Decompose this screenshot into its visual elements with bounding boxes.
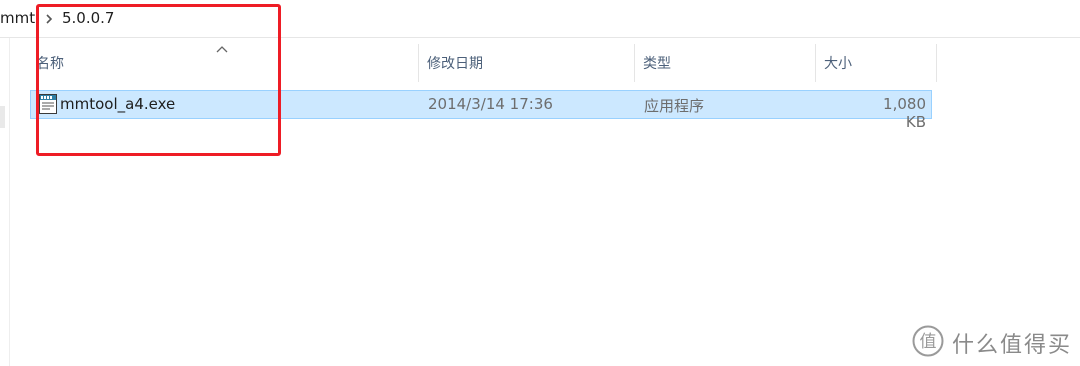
file-date-modified: 2014/3/14 17:36 xyxy=(428,95,553,113)
file-type: 应用程序 xyxy=(644,97,705,115)
watermark-text: 什么值得买 xyxy=(952,333,1073,358)
column-header-type[interactable]: 类型 xyxy=(635,44,815,82)
file-size: 1,080 KB xyxy=(883,95,926,131)
smzdm-logo-icon: 值 xyxy=(912,325,944,357)
breadcrumb-item-mmt[interactable]: mmt xyxy=(0,9,35,27)
column-divider[interactable] xyxy=(936,44,937,82)
red-highlight-annotation xyxy=(36,4,281,156)
navigation-scrollbar-thumb[interactable] xyxy=(0,106,5,128)
column-header-date-modified[interactable]: 修改日期 xyxy=(419,44,634,82)
svg-text:值: 值 xyxy=(920,332,937,352)
column-header-size[interactable]: 大小 xyxy=(816,44,936,82)
navigation-pane-edge xyxy=(0,38,10,366)
